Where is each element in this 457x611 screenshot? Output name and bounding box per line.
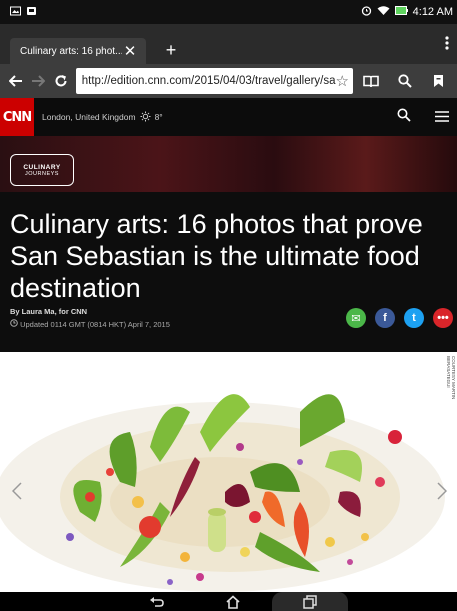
food-dish-illustration [0,394,445,592]
cnn-logo[interactable]: CNN [0,98,34,136]
url-field[interactable]: http://edition.cnn.com/2015/04/03/travel… [75,68,353,94]
bookmark-icon[interactable] [427,69,451,93]
article-headline: Culinary arts: 16 photos that prove San … [10,209,423,303]
temperature-text: 8° [154,112,163,122]
back-icon[interactable] [6,69,26,93]
star-icon[interactable]: ☆ [336,72,349,90]
tab-bar: Culinary arts: 16 phot... ✕ + [0,24,457,64]
updated-text: Updated 0114 GMT (0814 HKT) April 7, 201… [20,320,170,329]
system-back-icon[interactable] [142,592,172,611]
status-bar: 4:12 AM [0,0,457,24]
weather: London, United Kingdom 8° [42,111,163,124]
battery-icon [394,6,408,18]
browser-menu-icon[interactable] [445,36,449,55]
share-buttons: ✉ f t ••• [346,308,453,328]
system-nav-bar [0,592,457,611]
location-text: London, United Kingdom [42,112,136,122]
reload-icon[interactable] [51,69,71,93]
sun-icon [140,111,151,124]
hamburger-menu-icon[interactable] [435,109,449,126]
alarm-icon [361,5,372,19]
article-header: Culinary arts: 16 photos that prove San … [0,192,457,352]
search-icon[interactable] [393,69,417,93]
updated-timestamp: Updated 0114 GMT (0814 HKT) April 7, 201… [10,319,170,329]
clock: 4:12 AM [412,6,453,18]
tab-title: Culinary arts: 16 phot... [20,45,122,57]
site-search-icon[interactable] [397,108,411,126]
app-notification-icon [26,6,37,19]
facebook-share-icon[interactable]: f [375,308,395,328]
site-header: CNN London, United Kingdom 8° [0,98,457,136]
section-banner: CULINARY JOURNEYS [0,136,457,192]
browser-toolbar: http://edition.cnn.com/2015/04/03/travel… [0,64,457,98]
system-recents-icon[interactable] [295,592,325,611]
gallery-image[interactable]: COURTESY MARTIN BERASATEGUI [0,352,457,592]
more-share-icon[interactable]: ••• [433,308,453,328]
photo-credit: COURTESY MARTIN BERASATEGUI [446,356,456,400]
url-text: http://edition.cnn.com/2015/04/03/travel… [81,75,336,87]
byline: By Laura Ma, for CNN [10,307,88,316]
clock-icon [10,319,20,329]
system-home-icon[interactable] [218,592,248,611]
new-tab-button[interactable]: + [161,40,181,61]
email-share-icon[interactable]: ✉ [346,308,366,328]
forward-icon[interactable] [29,69,49,93]
badge-line-1: CULINARY [23,163,61,171]
previous-image-icon[interactable] [11,482,22,506]
close-icon[interactable]: ✕ [122,42,138,60]
badge-line-2: JOURNEYS [25,170,59,177]
tab-culinary-arts[interactable]: Culinary arts: 16 phot... ✕ [10,38,146,64]
reader-icon[interactable] [359,69,383,93]
twitter-share-icon[interactable]: t [404,308,424,328]
image-notification-icon [10,6,21,19]
next-image-icon[interactable] [437,482,448,506]
culinary-journeys-badge[interactable]: CULINARY JOURNEYS [10,154,74,186]
wifi-icon [377,5,390,19]
